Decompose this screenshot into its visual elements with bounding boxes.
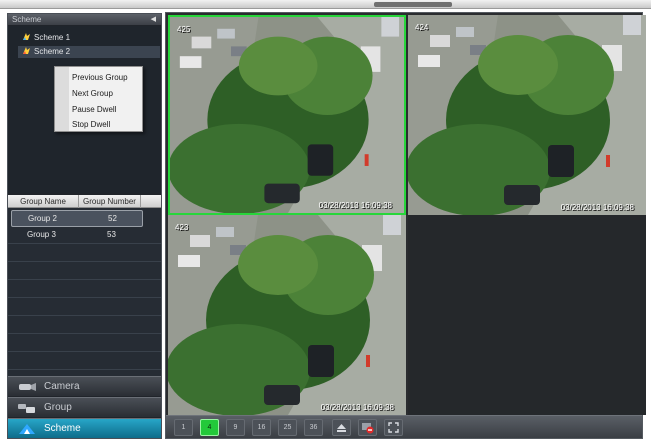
tree-item-scheme-2[interactable]: Scheme 2 [18,46,160,58]
stop-all-button[interactable] [358,419,377,436]
camera-icon [19,383,36,391]
layout-16-icon: 16 [257,424,266,431]
layout-toolbar: 1 4 9 16 25 36 [166,415,642,438]
nav-label: Camera [44,381,80,392]
group-number-cell: 53 [107,230,116,239]
layout-1-icon: 1 [181,424,186,431]
group-number-cell: 52 [108,214,117,223]
table-row [8,281,161,298]
channel-number: 425 [177,25,191,34]
layout-4-button[interactable]: 4 [200,419,219,436]
layout-9-button[interactable]: 9 [226,419,245,436]
group-table: Group Name Group Number Group 2 52 Group… [8,195,161,385]
fullscreen-icon [388,422,399,433]
layout-25-button[interactable]: 25 [278,419,297,436]
scheme-panel-header: Scheme ◀ [8,14,161,25]
camera-feed-image [170,17,404,213]
layout-25-icon: 25 [283,424,292,431]
tree-item-label: Scheme 1 [34,33,71,42]
collapse-arrow-icon[interactable]: ◀ [151,14,156,25]
table-row[interactable]: Group 3 53 [8,227,161,244]
video-tile-empty[interactable] [408,215,646,415]
layout-9-icon: 9 [233,424,238,431]
menu-item-previous-group[interactable]: Previous Group [72,71,128,84]
table-row [8,299,161,316]
camera-feed-image [168,215,406,415]
table-row [8,353,161,370]
layout-4-icon: 4 [207,424,212,431]
group-name-cell: Group 3 [27,230,56,239]
column-header-group-name[interactable]: Group Name [8,195,79,208]
scheme-item-icon [23,33,30,40]
column-header-group-number[interactable]: Group Number [79,195,141,208]
channel-number: 423 [175,223,189,232]
layout-1-button[interactable]: 1 [174,419,193,436]
scheme-panel-title: Scheme [12,15,42,24]
nav-label: Scheme [44,423,81,434]
video-tile-424[interactable]: 424 03/28/2013 16:09:38 [408,15,646,215]
stop-all-icon [362,423,374,434]
fullscreen-button[interactable] [384,419,403,436]
video-timestamp: 03/28/2013 16:09:38 [560,203,634,212]
video-tile-423[interactable]: 423 03/28/2013 16:09:38 [168,215,406,415]
group-table-header: Group Name Group Number [8,195,161,208]
video-timestamp: 03/28/2013 16:09:38 [320,403,394,412]
video-grid: 425 03/28/2013 16:09:38 424 03/28/2013 1… [165,12,646,439]
camera-feed-image [408,15,646,215]
menu-item-stop-dwell[interactable]: Stop Dwell [72,118,110,131]
context-menu: Previous Group Next Group Pause Dwell St… [54,66,143,132]
table-row [8,245,161,262]
group-name-cell: Group 2 [28,214,57,223]
nav-group-button[interactable]: Group [8,397,161,417]
video-tile-425[interactable]: 425 03/28/2013 16:09:38 [168,15,406,215]
layout-16-button[interactable]: 16 [252,419,271,436]
title-bar [0,0,651,9]
menu-item-next-group[interactable]: Next Group [72,87,113,100]
layout-36-button[interactable]: 36 [304,419,323,436]
tree-item-label: Scheme 2 [34,47,71,56]
layout-36-icon: 36 [309,424,318,431]
title-bar-grip[interactable] [374,2,452,7]
nav-scheme-button[interactable]: Scheme [8,418,161,438]
table-row [8,263,161,280]
eject-button[interactable] [332,419,351,436]
tree-item-scheme-1[interactable]: Scheme 1 [22,32,70,44]
client-window: Scheme ◀ Scheme 1 Scheme 2 Group Name Gr… [0,0,651,439]
scheme-icon [19,424,35,434]
menu-icon-stripe [55,67,69,131]
nav-camera-button[interactable]: Camera [8,376,161,396]
left-panel: Scheme ◀ Scheme 1 Scheme 2 Group Name Gr… [7,13,162,439]
group-icon [18,404,35,413]
nav-label: Group [44,402,72,413]
channel-number: 424 [415,23,429,32]
table-row[interactable]: Group 2 52 [11,210,143,227]
eject-icon [337,424,346,432]
video-timestamp: 03/28/2013 16:09:38 [318,201,392,210]
table-row [8,317,161,334]
menu-item-pause-dwell[interactable]: Pause Dwell [72,103,116,116]
table-row [8,335,161,352]
scheme-item-icon [23,47,30,54]
